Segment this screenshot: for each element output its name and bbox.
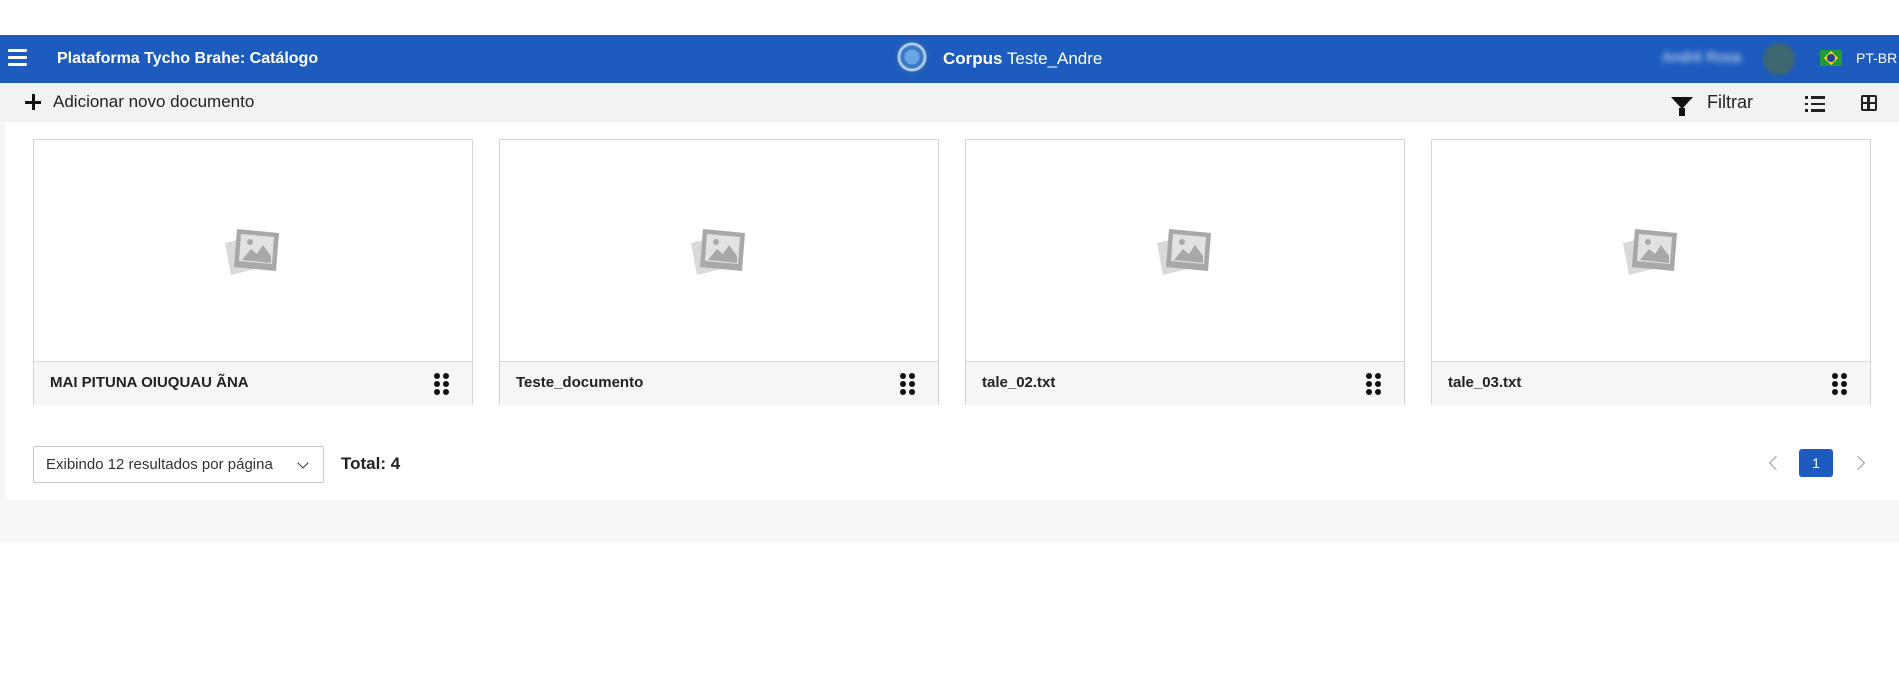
image-placeholder-icon <box>1623 228 1677 275</box>
document-title[interactable]: tale_03.txt <box>1448 374 1521 391</box>
user-name[interactable]: André Rosa <box>1662 49 1741 66</box>
card-footer: MAI PITUNA OIUQUAU ÃNA <box>34 361 472 405</box>
document-title[interactable]: MAI PITUNA OIUQUAU ÃNA <box>50 374 249 391</box>
card-footer: Teste_documento <box>500 361 938 405</box>
card-footer: tale_02.txt <box>966 361 1404 405</box>
image-placeholder-icon <box>1157 228 1211 275</box>
corpus-label: Corpus <box>943 49 1003 68</box>
page-footer-band <box>0 500 1899 542</box>
menu-icon[interactable] <box>8 49 27 69</box>
plus-icon <box>25 94 41 110</box>
image-placeholder-icon <box>691 228 745 275</box>
chevron-right-icon[interactable] <box>1850 455 1866 471</box>
add-document-button[interactable]: Adicionar novo documento <box>25 91 254 113</box>
document-card[interactable]: tale_02.txt <box>965 139 1405 405</box>
corpus-logo-icon <box>895 40 929 74</box>
card-footer: tale_03.txt <box>1432 361 1870 405</box>
chevron-left-icon[interactable] <box>1768 455 1784 471</box>
page-button-current[interactable]: 1 <box>1799 449 1833 477</box>
document-thumbnail[interactable] <box>500 140 938 361</box>
document-thumbnail[interactable] <box>966 140 1404 361</box>
document-thumbnail[interactable] <box>34 140 472 361</box>
brazil-flag-icon[interactable] <box>1820 50 1842 66</box>
document-grid: MAI PITUNA OIUQUAU ÃNA Teste_documento t… <box>5 122 1899 500</box>
drag-handle-icon[interactable] <box>434 373 452 395</box>
document-card[interactable]: Teste_documento <box>499 139 939 405</box>
chevron-down-icon <box>297 457 309 469</box>
document-toolbar: Adicionar novo documento Filtrar <box>0 83 1899 123</box>
corpus-name: Teste_Andre <box>1006 49 1103 68</box>
image-placeholder-icon <box>225 228 279 275</box>
drag-handle-icon[interactable] <box>1832 373 1850 395</box>
document-card[interactable]: MAI PITUNA OIUQUAU ÃNA <box>33 139 473 405</box>
corpus-indicator[interactable]: Corpus Teste_Andre <box>943 49 1102 69</box>
filter-icon <box>1671 96 1693 116</box>
results-per-page-select[interactable]: Exibindo 12 resultados por página <box>33 446 324 483</box>
app-title[interactable]: Plataforma Tycho Brahe: Catálogo <box>57 50 318 68</box>
document-title[interactable]: Teste_documento <box>516 374 643 391</box>
avatar[interactable] <box>1763 43 1795 75</box>
list-view-icon[interactable] <box>1805 96 1825 112</box>
document-thumbnail[interactable] <box>1432 140 1870 361</box>
language-selector[interactable]: PT-BR <box>1856 50 1897 66</box>
filter-button[interactable]: Filtrar <box>1671 92 1753 116</box>
document-title[interactable]: tale_02.txt <box>982 374 1055 391</box>
grid-view-icon[interactable] <box>1861 95 1877 111</box>
document-card[interactable]: tale_03.txt <box>1431 139 1871 405</box>
filter-label: Filtrar <box>1707 92 1753 112</box>
drag-handle-icon[interactable] <box>1366 373 1384 395</box>
add-document-label: Adicionar novo documento <box>53 92 255 111</box>
top-navbar: Plataforma Tycho Brahe: Catálogo Corpus … <box>0 35 1899 83</box>
total-count: Total: 4 <box>341 454 401 473</box>
results-per-page-label: Exibindo 12 resultados por página <box>46 456 273 473</box>
drag-handle-icon[interactable] <box>900 373 918 395</box>
